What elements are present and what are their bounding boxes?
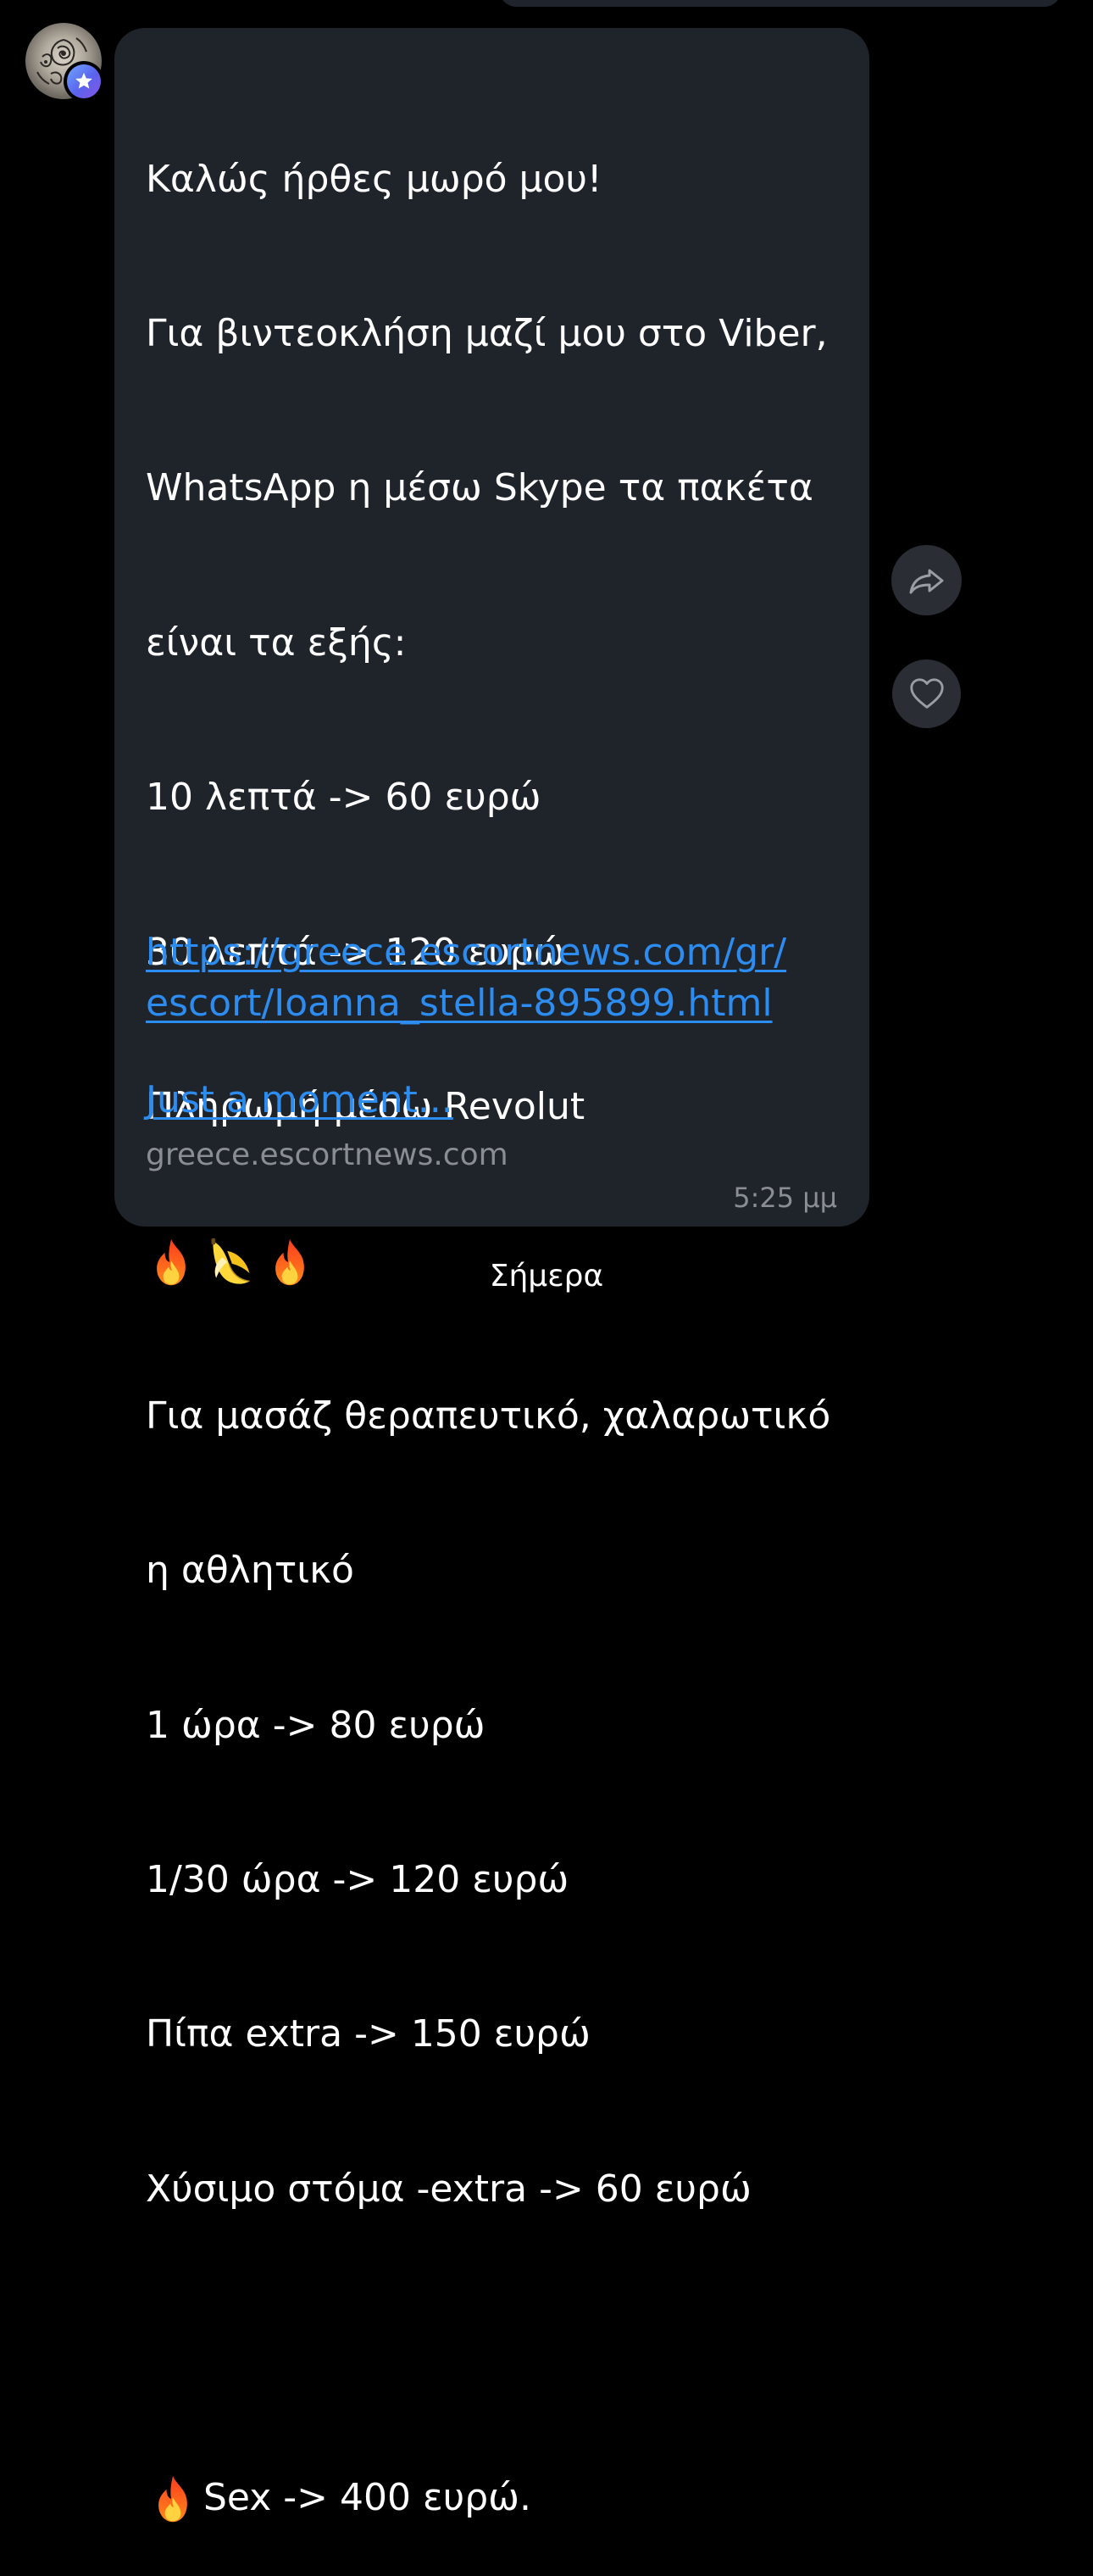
message-line: Για μασάζ θεραπευτικό, χαλαρωτικό (146, 1394, 831, 1438)
date-separator: Σήμερα (489, 1259, 604, 1294)
share-arrow-icon (909, 569, 943, 593)
message-line: Χύσιμο στόμα -extra -> 60 ευρώ (146, 2167, 752, 2211)
url-link[interactable]: https://greece.escortnews.com/gr/ escort… (146, 927, 841, 1029)
link-preview-title[interactable]: Just a moment... (146, 1075, 841, 1126)
message-line: 10 λεπτά -> 60 ευρώ (146, 776, 541, 820)
verified-star-badge-icon (64, 61, 104, 102)
message-line: 1/30 ώρα -> 120 ευρώ (146, 1857, 569, 1901)
message-line: 1 ώρα -> 80 ευρώ (146, 1703, 485, 1747)
message-line: είναι τα εξής: (146, 620, 407, 665)
url-link-line[interactable]: https://greece.escortnews.com/gr/ (146, 927, 841, 978)
url-link-line[interactable]: escort/Ioanna_stella-895899.html (146, 978, 841, 1029)
previous-message-bubble-edge (500, 0, 1061, 7)
sex-price-text: Sex -> 400 ευρώ. (203, 2476, 531, 2520)
heart-icon (909, 677, 944, 709)
fire-emoji-icon (158, 2475, 187, 2523)
message-line: WhatsApp η μέσω Skype τα πακέτα (146, 466, 813, 510)
link-preview-domain: greece.escortnews.com (146, 1138, 508, 1172)
share-button[interactable] (891, 545, 962, 615)
like-button[interactable] (892, 659, 961, 728)
message-timestamp: 5:25 μμ (733, 1182, 837, 1214)
message-line: Καλώς ήρθες μωρό μου! (146, 157, 602, 201)
message-body: Καλώς ήρθες μωρό μου! Για βιντεοκλήση μα… (146, 51, 849, 2576)
message-line: Πίπα extra -> 150 ευρώ (146, 2012, 591, 2056)
message-line: Sex -> 400 ευρώ. (146, 2473, 849, 2524)
message-line: η αθλητικό (146, 1549, 354, 1593)
message-line: Για βιντεοκλήση μαζί μου στο Viber, (146, 311, 828, 355)
